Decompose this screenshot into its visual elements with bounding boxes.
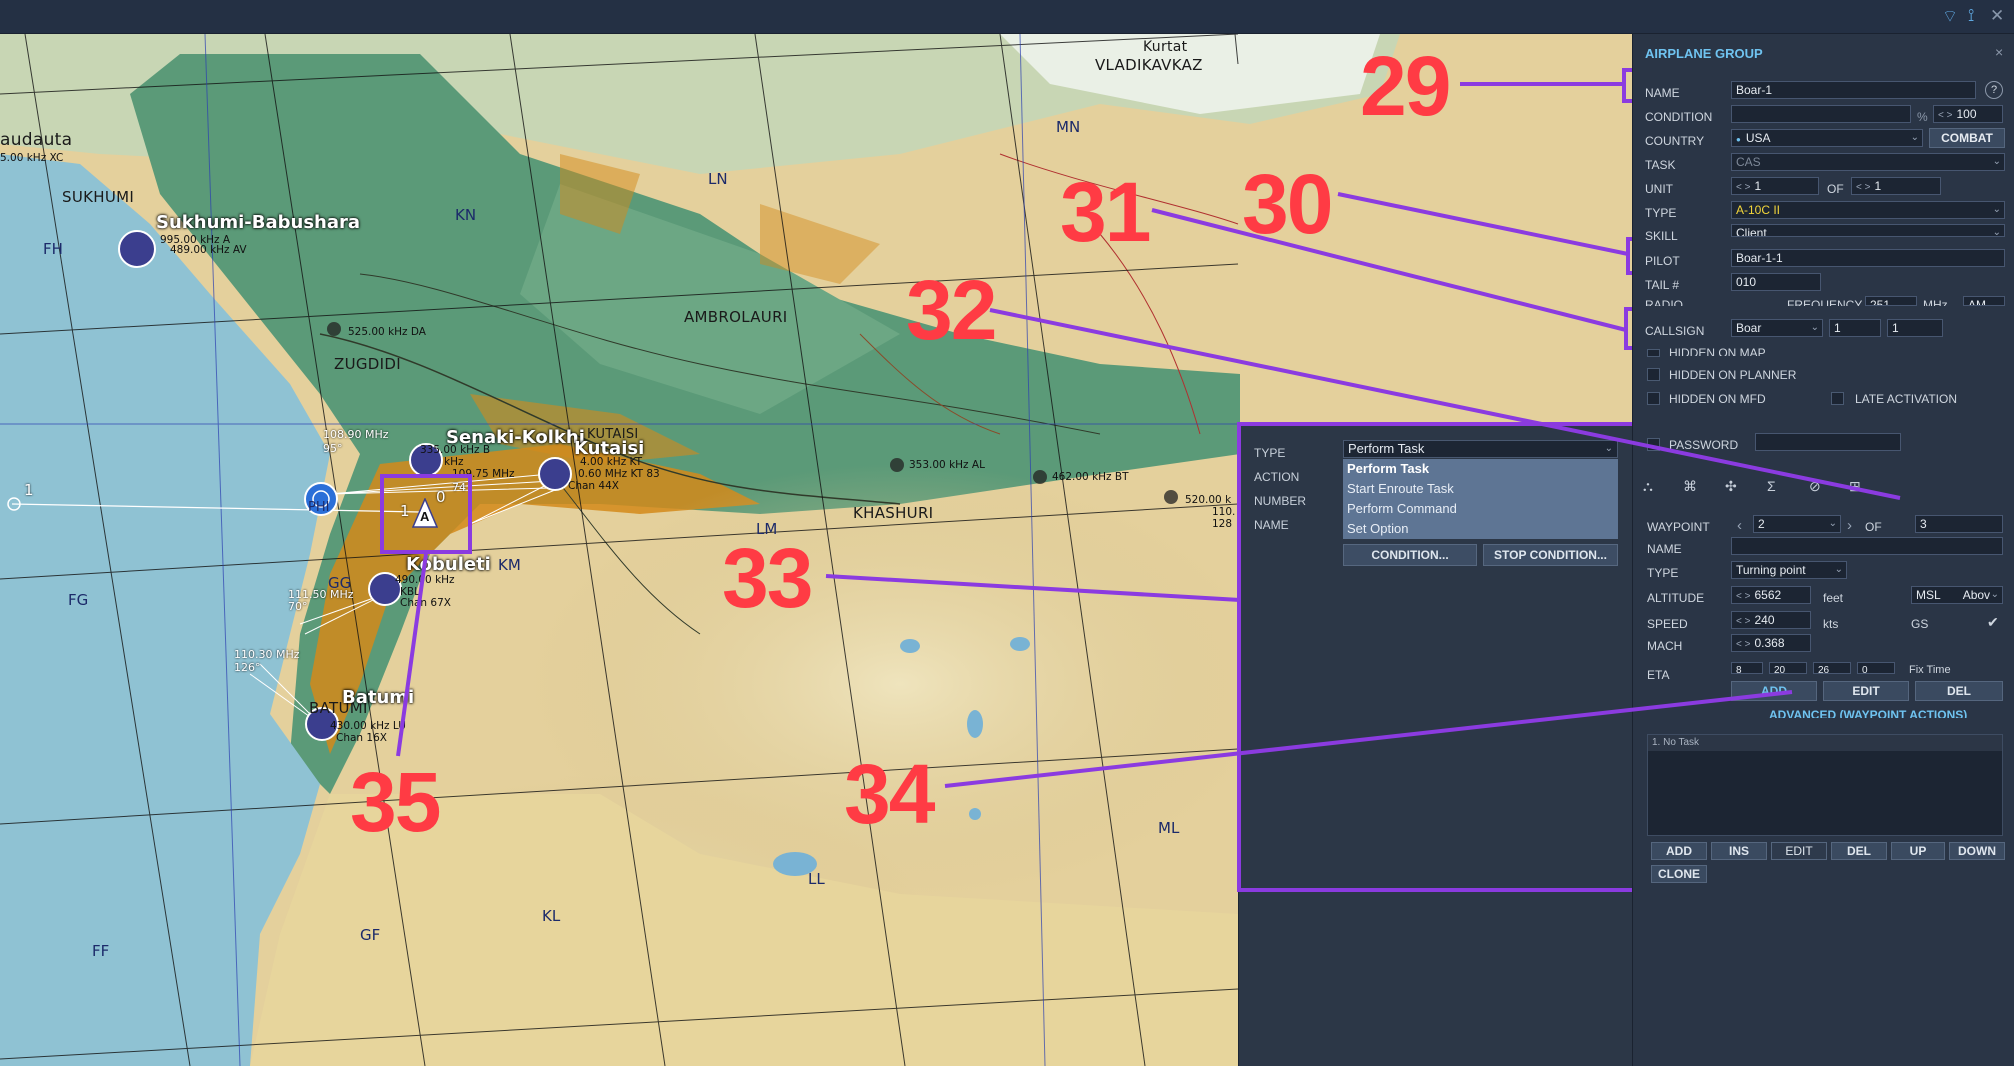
callout-33: 33 bbox=[722, 531, 813, 625]
callout-32: 32 bbox=[906, 263, 997, 357]
callout-29: 29 bbox=[1360, 39, 1451, 133]
callout-lines bbox=[396, 82, 1901, 788]
callout-35: 35 bbox=[350, 755, 441, 849]
callout-30: 30 bbox=[1242, 157, 1333, 251]
callout-34: 34 bbox=[844, 747, 935, 841]
callout-31: 31 bbox=[1060, 165, 1151, 259]
